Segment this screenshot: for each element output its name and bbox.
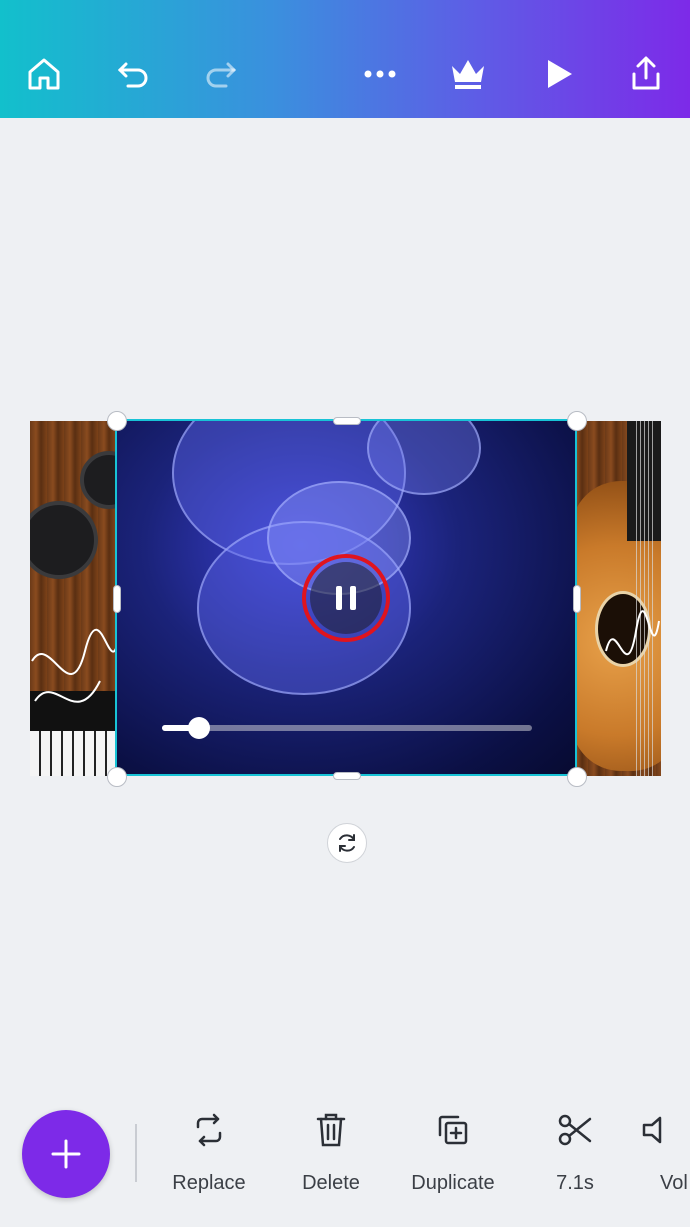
scissors-icon	[555, 1108, 595, 1152]
resize-handle-left[interactable]	[113, 585, 121, 613]
video-scrubber-knob[interactable]	[188, 717, 210, 739]
scribble-decoration	[31, 628, 119, 703]
rotate-button[interactable]	[327, 823, 367, 863]
pause-icon	[310, 562, 382, 634]
resize-handle-bottom-right[interactable]	[567, 767, 587, 787]
volume-label: Vol	[660, 1172, 688, 1194]
volume-button[interactable]: Vol	[640, 1108, 690, 1208]
scribble-decoration	[605, 610, 660, 656]
trim-duration-label: 7.1s	[556, 1172, 594, 1194]
volume-icon	[640, 1108, 680, 1152]
duplicate-button[interactable]: Duplicate	[398, 1108, 508, 1208]
top-toolbar	[0, 0, 690, 118]
plus-icon	[51, 1139, 81, 1169]
more-icon[interactable]	[358, 52, 402, 96]
rotate-icon	[339, 834, 355, 852]
trim-button[interactable]: 7.1s	[520, 1108, 630, 1208]
duplicate-label: Duplicate	[411, 1172, 495, 1194]
resize-handle-right[interactable]	[573, 585, 581, 613]
toolbar-divider	[135, 1124, 137, 1182]
home-icon[interactable]	[22, 52, 66, 96]
replace-button[interactable]: Replace	[154, 1108, 264, 1208]
trash-icon	[311, 1108, 351, 1152]
video-progress-bar[interactable]	[162, 717, 532, 739]
redo-icon[interactable]	[198, 52, 242, 96]
undo-icon[interactable]	[112, 52, 156, 96]
resize-handle-bottom[interactable]	[333, 772, 361, 780]
add-button[interactable]	[22, 1110, 110, 1198]
share-icon[interactable]	[624, 52, 668, 96]
delete-button[interactable]: Delete	[276, 1108, 386, 1208]
crown-icon[interactable]	[446, 52, 490, 96]
replace-label: Replace	[172, 1172, 246, 1194]
piano-keys-image	[30, 731, 120, 776]
play-icon[interactable]	[536, 52, 580, 96]
duplicate-icon	[433, 1108, 473, 1152]
resize-handle-top-left[interactable]	[107, 411, 127, 431]
resize-handle-top[interactable]	[333, 417, 361, 425]
replace-icon	[189, 1108, 229, 1152]
delete-label: Delete	[302, 1172, 360, 1194]
pause-button[interactable]	[302, 554, 390, 642]
resize-handle-bottom-left[interactable]	[107, 767, 127, 787]
resize-handle-top-right[interactable]	[567, 411, 587, 431]
